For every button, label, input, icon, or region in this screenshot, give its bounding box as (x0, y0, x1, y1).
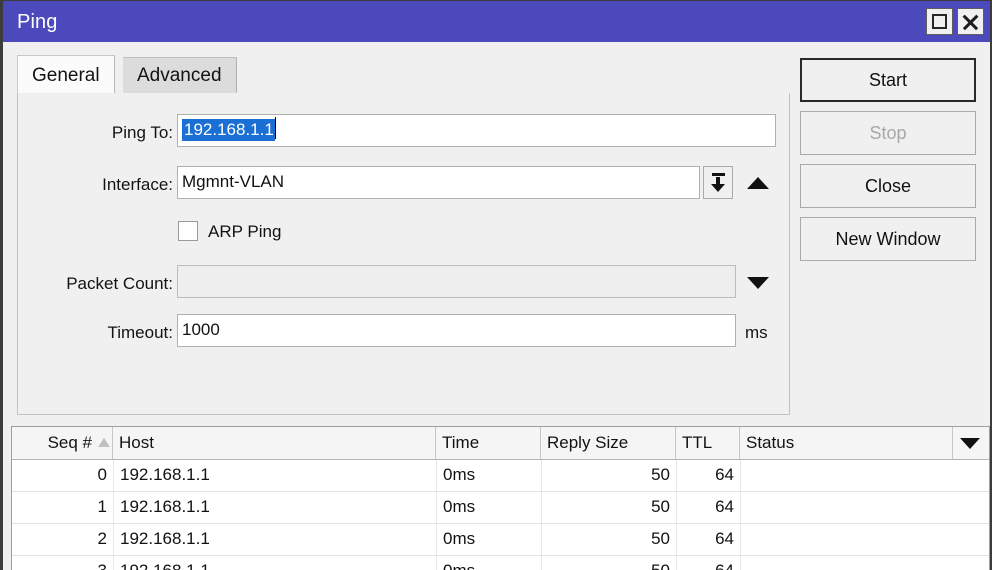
close-button[interactable] (957, 8, 984, 35)
timeout-unit-label: ms (745, 323, 768, 342)
cell-seq: 0 (97, 465, 107, 484)
column-header-ttl[interactable]: TTL (676, 427, 740, 459)
packet-count-label: Packet Count: (66, 274, 173, 293)
action-button-column: Start Stop Close New Window (800, 58, 976, 270)
maximize-icon (932, 14, 947, 29)
triangle-down-icon (960, 438, 980, 449)
cell-host: 192.168.1.1 (114, 556, 436, 570)
cell-status (741, 492, 989, 523)
general-form-panel: Ping To: 192.168.1.1 Interface: Mgmnt-VL… (17, 93, 790, 415)
window-titlebar[interactable]: Ping (3, 1, 990, 42)
triangle-up-icon[interactable] (747, 177, 769, 189)
table-row[interactable]: 1 192.168.1.1 0ms 50 64 (12, 492, 989, 524)
interface-dropdown-button[interactable] (703, 166, 733, 199)
table-header-row: Seq # Host Time Reply Size TTL Status (12, 427, 989, 460)
cell-seq: 3 (12, 556, 113, 570)
cell-host: 192.168.1.1 (120, 465, 210, 484)
window-controls (926, 8, 984, 35)
column-header-time[interactable]: Time (436, 427, 541, 459)
maximize-button[interactable] (926, 8, 953, 35)
down-arrow-with-bar-icon (711, 173, 725, 192)
cell-status (741, 556, 989, 570)
text-caret (274, 117, 276, 139)
table-body: 0 192.168.1.1 0ms 50 64 1 192.168.1.1 0m… (12, 460, 989, 570)
cell-ttl: 64 (715, 465, 734, 484)
cell-seq: 1 (97, 497, 107, 516)
start-button[interactable]: Start (800, 58, 976, 102)
cell-status (741, 460, 989, 491)
table-row[interactable]: 2 192.168.1.1 0ms 50 64 (12, 524, 989, 556)
column-header-status[interactable]: Status (740, 427, 953, 459)
arp-ping-checkbox[interactable] (178, 221, 198, 241)
cell-ttl: 64 (677, 556, 740, 570)
cell-host: 192.168.1.1 (120, 497, 210, 516)
packet-count-input[interactable] (177, 265, 736, 298)
cell-seq: 2 (97, 529, 107, 548)
tab-advanced[interactable]: Advanced (123, 57, 237, 94)
cell-status (741, 524, 989, 555)
close-action-button[interactable]: Close (800, 164, 976, 208)
sort-ascending-icon (98, 438, 110, 447)
arp-ping-label: ARP Ping (208, 222, 282, 241)
ping-to-value: 192.168.1.1 (182, 119, 275, 141)
timeout-label: Timeout: (107, 323, 173, 342)
cell-reply-size: 50 (651, 465, 670, 484)
tab-general[interactable]: General (17, 55, 115, 94)
interface-input[interactable]: Mgmnt-VLAN (177, 166, 700, 199)
column-header-reply-size[interactable]: Reply Size (541, 427, 676, 459)
table-row[interactable]: 3 192.168.1.1 0ms 50 64 (12, 556, 989, 570)
cell-host: 192.168.1.1 (120, 529, 210, 548)
cell-time: 0ms (443, 465, 476, 484)
cell-reply-size: 50 (651, 529, 670, 548)
cell-time: 0ms (437, 556, 541, 570)
cell-ttl: 64 (715, 529, 734, 548)
timeout-input[interactable]: 1000 (177, 314, 736, 347)
column-header-seq[interactable]: Seq # (12, 427, 113, 459)
column-header-host[interactable]: Host (113, 427, 436, 459)
new-window-button[interactable]: New Window (800, 217, 976, 261)
ping-to-label: Ping To: (111, 123, 173, 142)
interface-label: Interface: (102, 175, 173, 194)
packet-count-expand-icon[interactable] (747, 277, 769, 289)
cell-ttl: 64 (715, 497, 734, 516)
cell-reply-size: 50 (542, 556, 676, 570)
ping-results-table: Seq # Host Time Reply Size TTL Status 0 … (11, 426, 990, 570)
window-title: Ping (17, 11, 58, 33)
column-menu-button[interactable] (952, 427, 989, 459)
table-row[interactable]: 0 192.168.1.1 0ms 50 64 (12, 460, 989, 492)
cell-time: 0ms (443, 529, 476, 548)
stop-button: Stop (800, 111, 976, 155)
ping-to-input[interactable]: 192.168.1.1 (177, 114, 776, 147)
ping-window: Ping General Advanced Ping To: 192.168.1… (0, 0, 992, 570)
cell-reply-size: 50 (651, 497, 670, 516)
cell-time: 0ms (443, 497, 476, 516)
